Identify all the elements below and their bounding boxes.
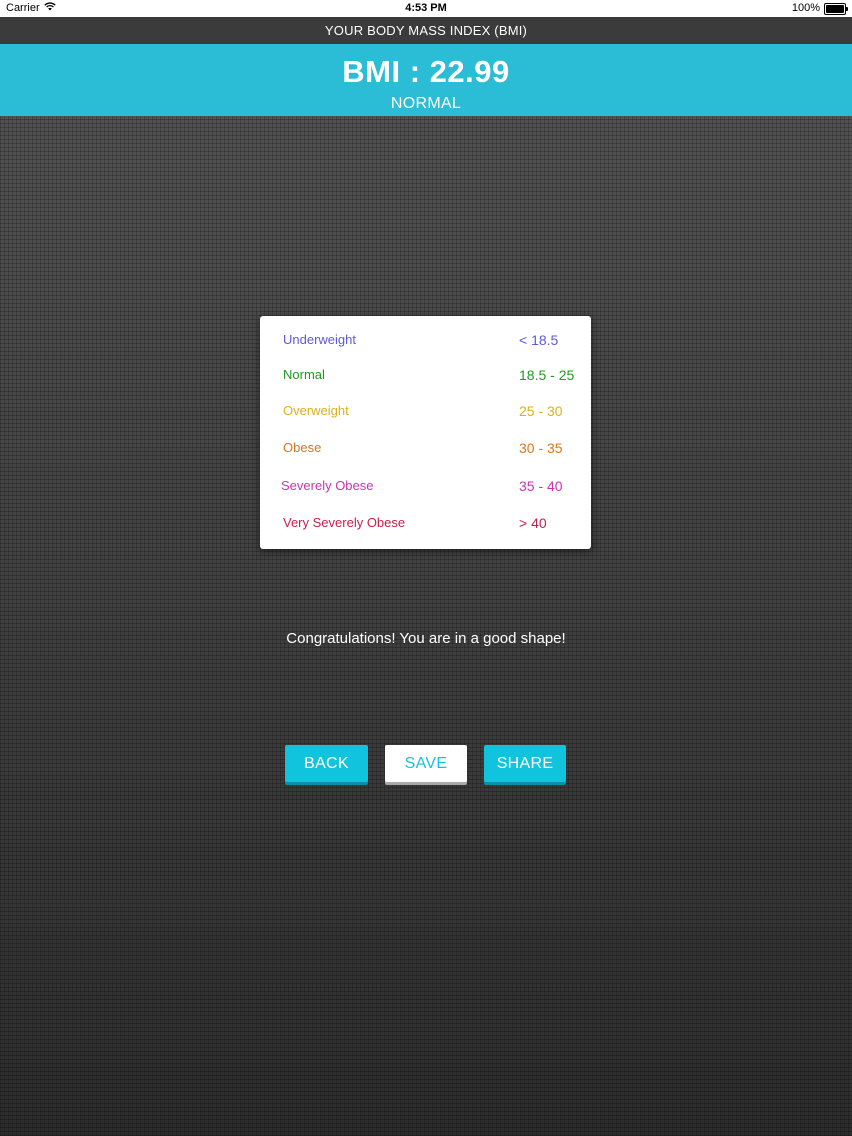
legend-label: Severely Obese xyxy=(281,478,374,493)
legend-range: 25 - 30 xyxy=(519,403,563,419)
back-button[interactable]: BACK xyxy=(285,745,368,782)
legend-label: Overweight xyxy=(283,403,349,418)
legend-range: 18.5 - 25 xyxy=(519,367,575,383)
bmi-value: BMI : 22.99 xyxy=(342,54,510,89)
bmi-result-band: BMI : 22.99 NORMAL xyxy=(0,44,852,116)
legend-range: 35 - 40 xyxy=(519,478,563,494)
bmi-category: NORMAL xyxy=(390,95,462,112)
page-title: YOUR BODY MASS INDEX (BMI) xyxy=(0,17,852,44)
legend-row-very-severely-obese: Very Severely Obese > 40 xyxy=(260,515,591,535)
legend-row-underweight: Underweight < 18.5 xyxy=(260,332,591,352)
legend-range: > 40 xyxy=(519,515,547,531)
bmi-legend-card: Underweight < 18.5 Normal 18.5 - 25 Over… xyxy=(260,316,591,549)
legend-label: Obese xyxy=(283,440,322,455)
legend-label: Normal xyxy=(283,367,325,382)
share-button[interactable]: SHARE xyxy=(484,745,566,782)
result-message: Congratulations! You are in a good shape… xyxy=(286,630,566,647)
status-right: 100% xyxy=(791,0,848,17)
battery-icon xyxy=(824,2,848,15)
legend-range: 30 - 35 xyxy=(519,440,563,456)
legend-row-normal: Normal 18.5 - 25 xyxy=(260,367,591,387)
legend-row-severely-obese: Severely Obese 35 - 40 xyxy=(260,478,591,498)
legend-label: Very Severely Obese xyxy=(283,515,406,530)
battery-percent: 100% xyxy=(791,2,820,14)
legend-range: < 18.5 xyxy=(519,332,559,348)
save-button[interactable]: SAVE xyxy=(385,745,467,782)
legend-label: Underweight xyxy=(283,332,356,347)
legend-row-obese: Obese 30 - 35 xyxy=(260,440,591,460)
status-time: 4:53 PM xyxy=(405,2,447,14)
status-bar: Carrier 4:53 PM 100% xyxy=(0,0,852,17)
legend-row-overweight: Overweight 25 - 30 xyxy=(260,403,591,423)
